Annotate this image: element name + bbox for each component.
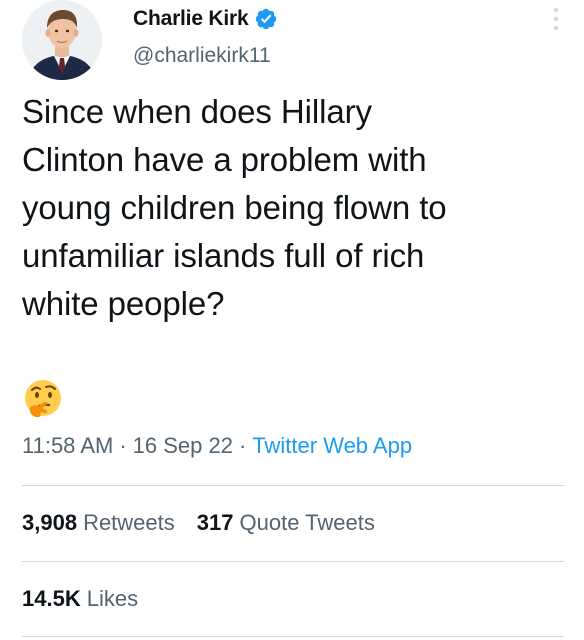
divider <box>22 636 564 637</box>
tweet-date[interactable]: 16 Sep 22 <box>133 433 233 459</box>
quote-tweets-count: 317 <box>196 510 234 535</box>
avatar[interactable] <box>22 0 102 80</box>
likes-label: Likes <box>86 586 139 611</box>
retweet-stats-row: 3,908 Retweets 317 Quote Tweets <box>22 510 375 536</box>
meta-separator: · <box>119 433 127 458</box>
retweets-count: 3,908 <box>22 510 78 535</box>
retweets-label: Retweets <box>83 510 175 535</box>
retweets-link[interactable]: 3,908 Retweets <box>22 510 175 536</box>
meta-separator: · <box>238 433 247 458</box>
tweet-text: Since when does Hillary Clinton have a p… <box>22 93 447 322</box>
display-name[interactable]: Charlie Kirk <box>133 7 249 31</box>
tweet-header: Charlie Kirk @charliekirk11 <box>0 0 584 90</box>
likes-link[interactable]: 14.5K Likes <box>22 586 138 612</box>
tweet-time[interactable]: 11:58 AM <box>22 433 113 459</box>
divider <box>22 561 564 562</box>
tweet-source-link[interactable]: Twitter Web App <box>252 433 412 459</box>
thinking-face-icon <box>25 380 61 418</box>
user-handle[interactable]: @charliekirk11 <box>133 44 271 68</box>
quote-tweets-link[interactable]: 317 Quote Tweets <box>197 510 375 536</box>
likes-stats-row: 14.5K Likes <box>22 586 138 612</box>
divider <box>22 485 564 486</box>
name-row: Charlie Kirk <box>133 5 278 33</box>
likes-count: 14.5K <box>22 586 81 611</box>
avatar-photo <box>22 0 102 80</box>
more-options-icon[interactable] <box>550 6 562 32</box>
quote-tweets-label: Quote Tweets <box>239 510 375 535</box>
tweet-meta: 11:58 AM · 16 Sep 22 · Twitter Web App <box>22 433 412 459</box>
verified-badge-icon[interactable] <box>254 7 278 31</box>
